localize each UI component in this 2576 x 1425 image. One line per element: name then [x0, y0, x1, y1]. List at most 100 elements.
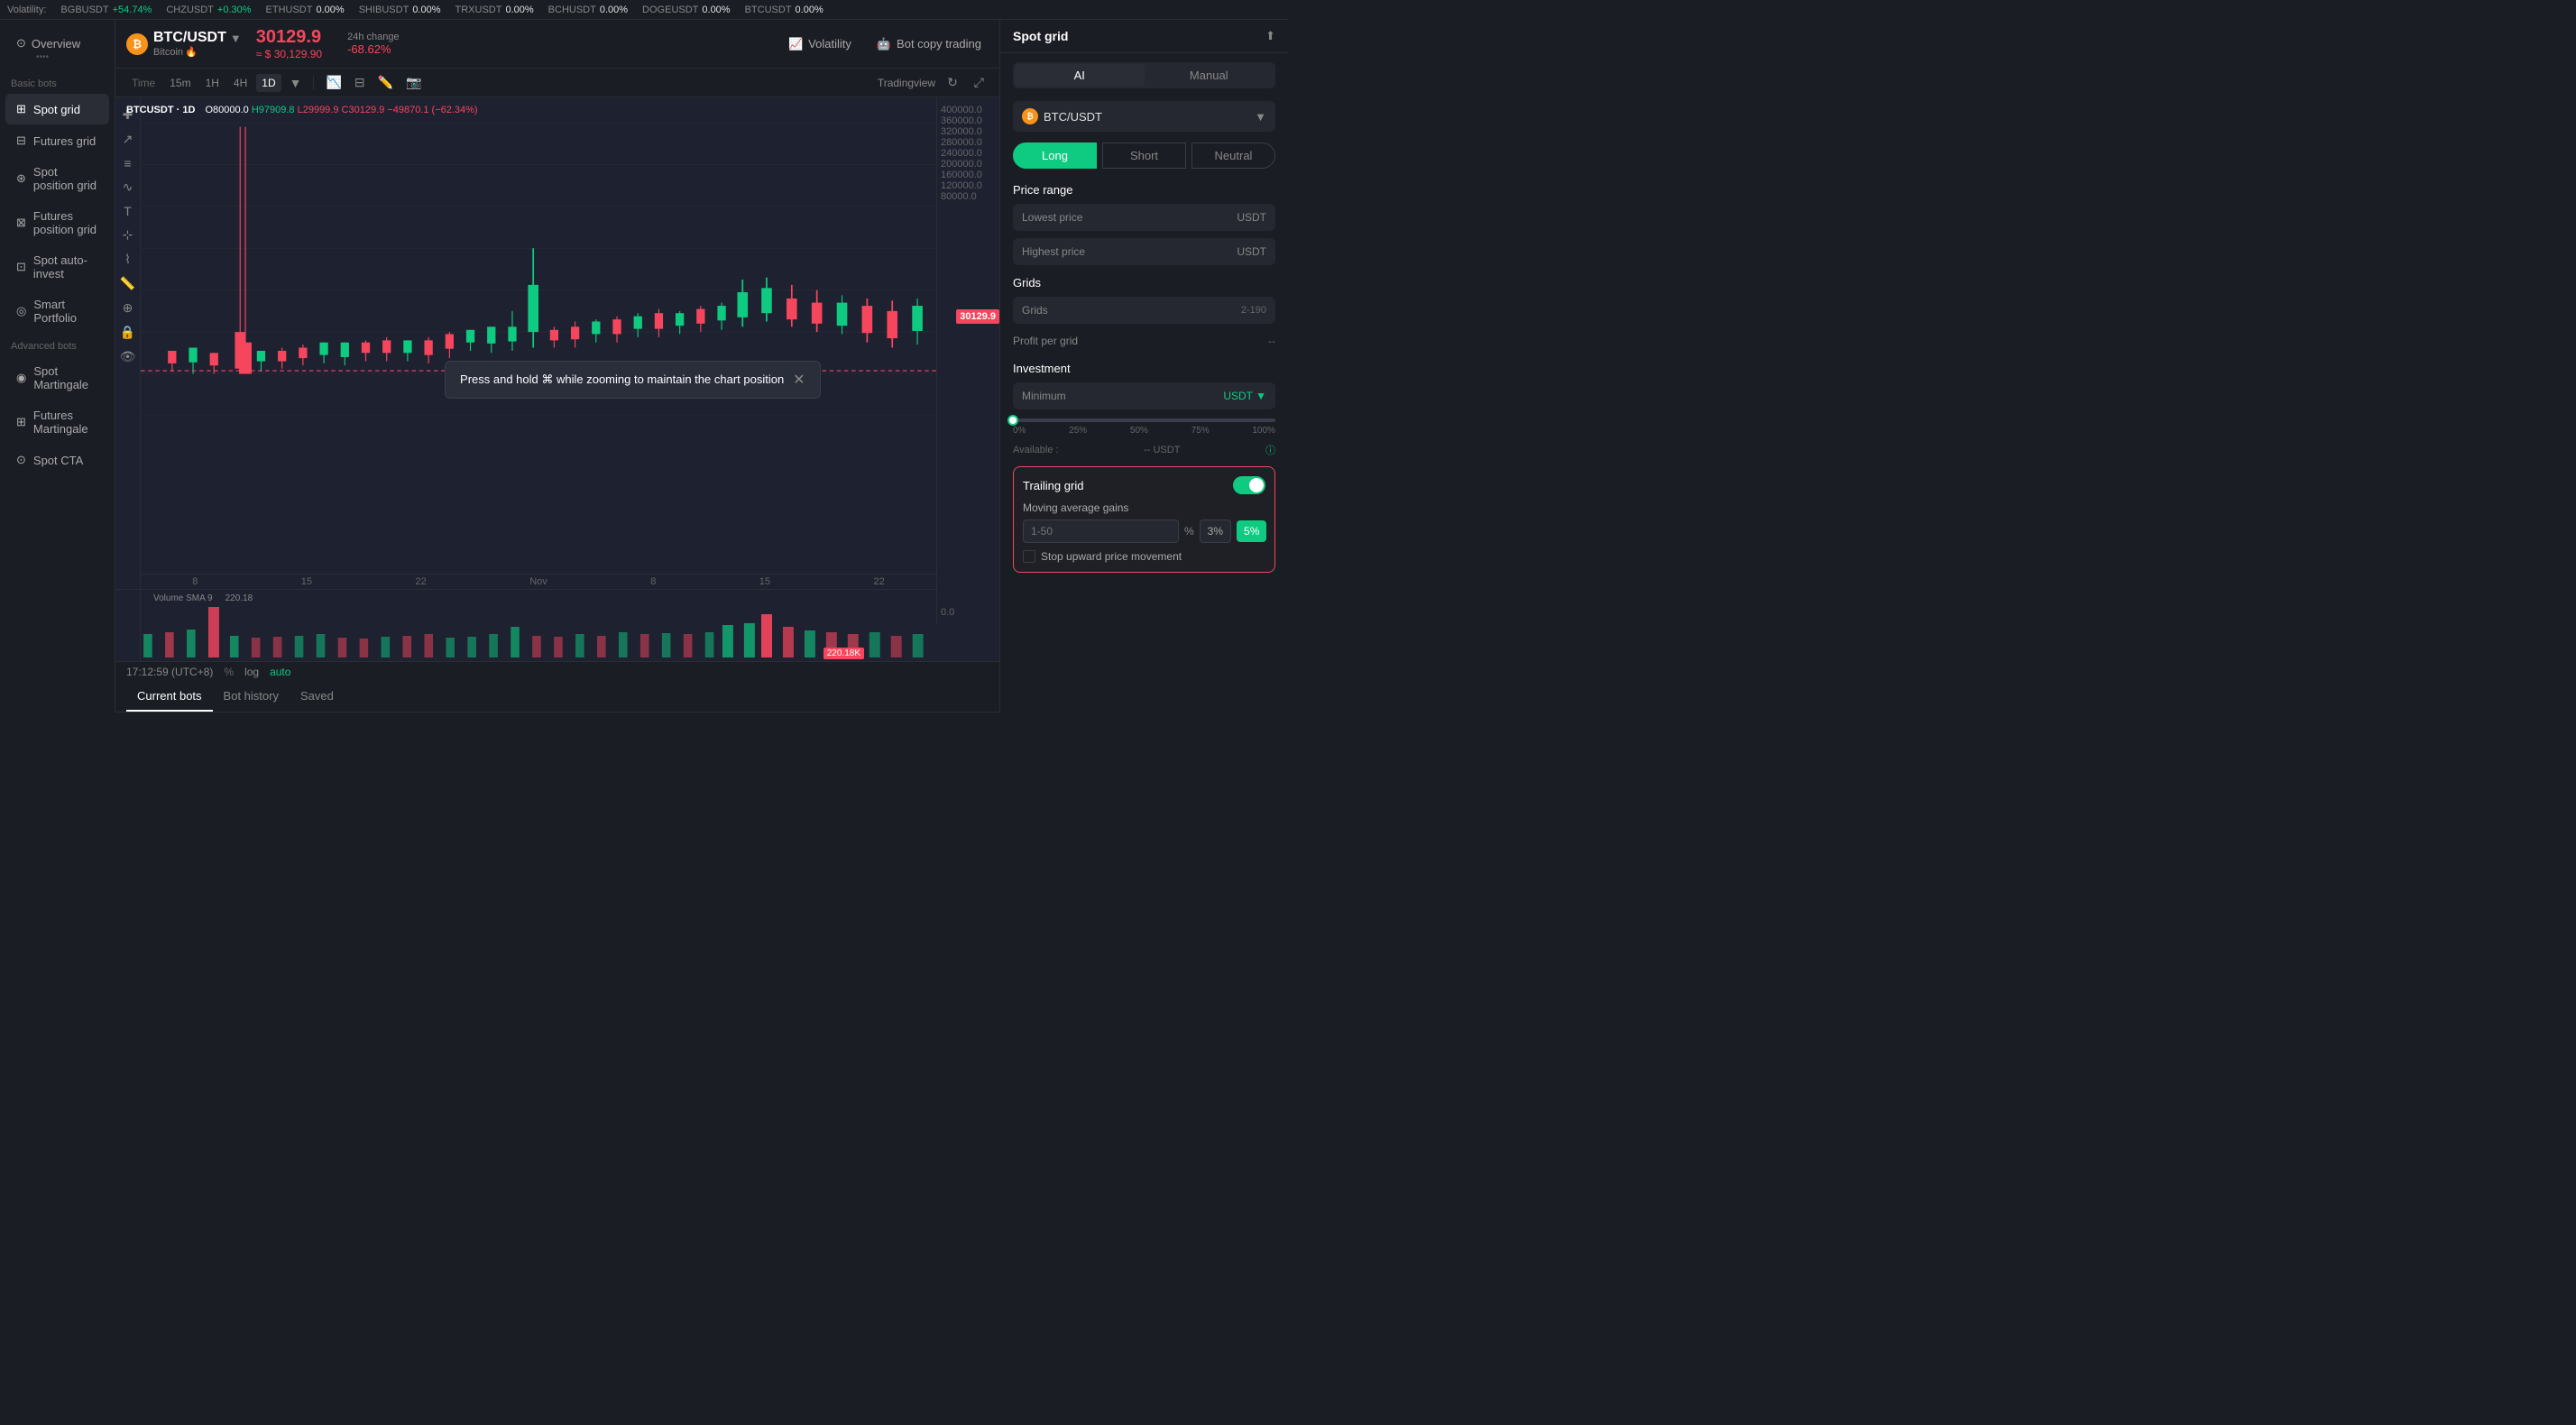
- log-label[interactable]: log: [244, 666, 259, 678]
- volume-chart: [115, 607, 936, 657]
- auto-label[interactable]: auto: [270, 666, 290, 678]
- volatility-btn[interactable]: 📈 Volatility: [781, 33, 859, 55]
- time-1h[interactable]: 1H: [200, 74, 225, 92]
- camera-icon[interactable]: 📷: [401, 72, 426, 93]
- toolbar-divider-1: [313, 76, 314, 90]
- info-icon[interactable]: ⓘ: [1265, 443, 1275, 457]
- text-icon[interactable]: T: [121, 201, 134, 221]
- bot-copy-trading-label: Bot copy trading: [897, 37, 981, 51]
- tab-bot-history[interactable]: Bot history: [213, 682, 290, 712]
- dir-btn-short[interactable]: Short: [1102, 142, 1186, 169]
- dir-btn-neutral[interactable]: Neutral: [1191, 142, 1275, 169]
- zoom-in-icon[interactable]: ⊕: [120, 298, 136, 318]
- tooltip-close-btn[interactable]: ✕: [793, 371, 805, 389]
- ticker-chzusdt[interactable]: CHZUSDT +0.30%: [166, 5, 251, 15]
- stop-checkbox[interactable]: [1023, 550, 1035, 563]
- eye-icon[interactable]: 👁: [117, 346, 139, 367]
- sidebar-item-futures-martingale[interactable]: ⊞ Futures Martingale: [5, 400, 109, 444]
- lowest-price-row: Lowest price USDT: [1013, 204, 1275, 231]
- expand-icon[interactable]: ⤢: [970, 72, 989, 93]
- stop-label: Stop upward price movement: [1041, 550, 1182, 563]
- ticker-trxusdt[interactable]: TRXUSDT 0.00%: [455, 5, 534, 15]
- lowest-price-suffix: USDT: [1237, 211, 1266, 224]
- dropdown-time-icon[interactable]: ▼: [285, 73, 307, 93]
- sidebar-item-futures-grid[interactable]: ⊟ Futures grid: [5, 125, 109, 156]
- x-axis: 8 15 22 Nov 8 15 22: [141, 574, 936, 589]
- bot-copy-trading-btn[interactable]: 🤖 Bot copy trading: [869, 33, 989, 55]
- coin-info: ₿ BTC/USDT ▼ Bitcoin 🔥: [126, 30, 242, 58]
- coin-details: BTC/USDT ▼ Bitcoin 🔥: [153, 30, 242, 58]
- sidebar-item-spot-auto-invest[interactable]: ⊡ Spot auto-invest: [5, 245, 109, 289]
- chart-bottom-bar: 17:12:59 (UTC+8) % log auto: [115, 661, 999, 682]
- grids-placeholder-label: Grids: [1022, 304, 1241, 317]
- tab-saved[interactable]: Saved: [290, 682, 345, 712]
- regression-icon[interactable]: ∿: [120, 177, 136, 198]
- dropdown-icon[interactable]: ▼: [230, 32, 242, 45]
- horizontal-line-icon[interactable]: ≡: [121, 153, 133, 173]
- ticker-bgbusdt[interactable]: BGBUSDT +54.74%: [60, 5, 152, 15]
- sidebar-item-futures-position-grid[interactable]: ⊠ Futures position grid: [5, 201, 109, 244]
- time-1d[interactable]: 1D: [256, 74, 281, 92]
- trailing-header: Trailing grid: [1023, 476, 1265, 494]
- candle-icon[interactable]: ⊟: [350, 72, 370, 93]
- tab-ai[interactable]: AI: [1015, 64, 1145, 87]
- chart-tooltip: Press and hold ⌘ while zooming to mainta…: [445, 361, 821, 399]
- ticker-ethusdt[interactable]: ETHUSDT 0.00%: [266, 5, 345, 15]
- refresh-icon[interactable]: ↻: [943, 72, 962, 93]
- pair-selector[interactable]: ₿ BTC/USDT ▼: [1013, 101, 1275, 132]
- ma-badge-5pct[interactable]: 5%: [1237, 520, 1266, 542]
- trailing-toggle[interactable]: [1233, 476, 1265, 494]
- sidebar-item-overview[interactable]: ⊙ Overview ••••: [5, 28, 109, 70]
- ticker-btcusdt[interactable]: BTCUSDT 0.00%: [745, 5, 823, 15]
- spot-grid-icon: ⊞: [16, 102, 26, 116]
- toggle-thumb: [1249, 478, 1264, 492]
- export-icon[interactable]: ⬆: [1265, 29, 1275, 43]
- chart-area: ₿ BTC/USDT ▼ Bitcoin 🔥 30129.9 ≈ $ 30,12…: [115, 20, 999, 712]
- ticker-bar: Volatility: BGBUSDT +54.74% CHZUSDT +0.3…: [0, 0, 1288, 20]
- stop-row: Stop upward price movement: [1023, 550, 1265, 563]
- sidebar-item-spot-grid[interactable]: ⊞ Spot grid: [5, 94, 109, 124]
- bot-tabs: Current bots Bot history Saved: [115, 682, 999, 712]
- measure-icon[interactable]: ⌇: [122, 249, 133, 270]
- coin-subtitle: Bitcoin 🔥: [153, 46, 242, 58]
- grids-range: 2-190: [1241, 305, 1266, 316]
- ohlc-c: C30129.9: [342, 105, 388, 115]
- sidebar: ⊙ Overview •••• Basic bots ⊞ Spot grid ⊟…: [0, 20, 115, 712]
- lock-icon[interactable]: 🔒: [117, 322, 138, 343]
- shape-icon[interactable]: ⊹: [120, 225, 136, 245]
- pencil-icon[interactable]: ✏️: [373, 72, 398, 93]
- line-chart-icon[interactable]: 📉: [321, 72, 345, 93]
- ma-badge-3pct[interactable]: 3%: [1200, 519, 1231, 543]
- main-layout: ⊙ Overview •••• Basic bots ⊞ Spot grid ⊟…: [0, 20, 1288, 712]
- tab-current-bots[interactable]: Current bots: [126, 682, 213, 712]
- time-4h[interactable]: 4H: [228, 74, 253, 92]
- ticker-dogeusdt[interactable]: DOGEUSDT 0.00%: [642, 5, 731, 15]
- price-scale: 400000.0 360000.0 320000.0 280000.0 2400…: [936, 97, 999, 625]
- volume-label: Volume SMA 9: [148, 592, 218, 605]
- trend-line-icon[interactable]: ↗: [120, 129, 136, 150]
- ruler-icon[interactable]: 📏: [117, 273, 138, 294]
- ma-input-field[interactable]: [1023, 519, 1179, 543]
- sidebar-item-spot-position-grid[interactable]: ⊛ Spot position grid: [5, 157, 109, 200]
- auto-invest-icon: ⊡: [16, 260, 26, 274]
- slider-container[interactable]: 0% 25% 50% 75% 100%: [1013, 418, 1275, 436]
- slider-labels: 0% 25% 50% 75% 100%: [1013, 426, 1275, 436]
- dir-btn-long[interactable]: Long: [1013, 142, 1097, 169]
- pct-label: %: [224, 666, 234, 678]
- slider-thumb[interactable]: [1007, 415, 1018, 426]
- sidebar-item-spot-martingale[interactable]: ◉ Spot Martingale: [5, 356, 109, 400]
- chart-canvas[interactable]: ✚ ↗ ≡ ∿ T ⊹ ⌇ 📏 ⊕ 🔒 👁 BTCUSDT · 1D O8000…: [115, 97, 999, 661]
- ohlc-info: BTCUSDT · 1D O80000.0 H97909.8 L29999.9 …: [126, 105, 478, 115]
- spot-position-icon: ⊛: [16, 171, 26, 186]
- ticker-bchusdt[interactable]: BCHUSDT 0.00%: [548, 5, 628, 15]
- ticker-shibusdt[interactable]: SHIBUSDT 0.00%: [359, 5, 441, 15]
- sidebar-futures-position-label: Futures position grid: [33, 209, 98, 236]
- sidebar-item-smart-portfolio[interactable]: ◎ Smart Portfolio: [5, 290, 109, 333]
- time-15m[interactable]: 15m: [164, 74, 196, 92]
- tab-manual[interactable]: Manual: [1145, 64, 1274, 87]
- profit-row: Profit per grid --: [1013, 331, 1275, 351]
- inv-suffix[interactable]: USDT ▼: [1223, 390, 1266, 402]
- sidebar-item-spot-cta[interactable]: ⊙ Spot CTA: [5, 445, 109, 475]
- drawing-toolbar: ✚ ↗ ≡ ∿ T ⊹ ⌇ 📏 ⊕ 🔒 👁: [115, 97, 141, 661]
- trailing-section: Trailing grid Moving average gains % 3% …: [1013, 466, 1275, 573]
